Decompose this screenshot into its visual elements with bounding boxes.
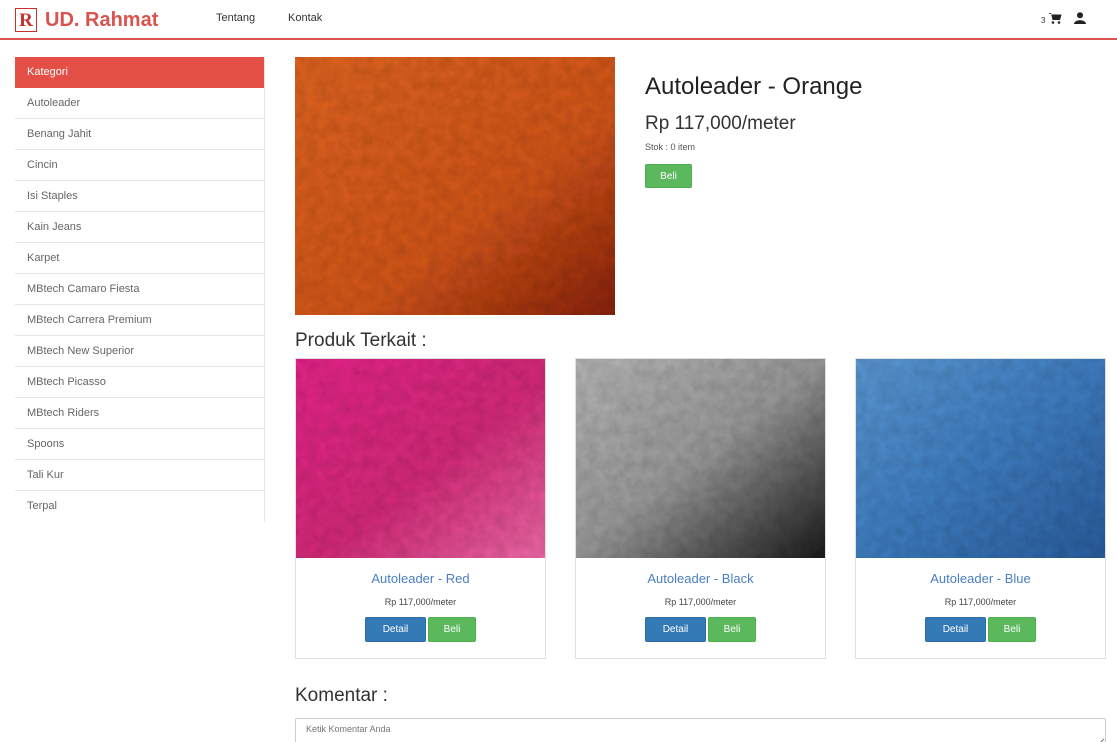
category-item-cincin[interactable]: Cincin: [15, 150, 264, 181]
product-title: Autoleader - Orange: [645, 73, 863, 100]
related-product-name[interactable]: Autoleader - Red: [296, 571, 545, 586]
product-stock: Stok : 0 item: [645, 142, 696, 152]
buy-button[interactable]: Beli: [645, 164, 692, 188]
category-item-spoons[interactable]: Spoons: [15, 429, 264, 460]
cart-count: 3: [1041, 15, 1046, 25]
category-item-mbtech-camaro-fiesta[interactable]: MBtech Camaro Fiesta: [15, 274, 264, 305]
product-price: Rp 117,000/meter: [645, 113, 796, 134]
category-item-terpal[interactable]: Terpal: [15, 491, 264, 522]
detail-button[interactable]: Detail: [645, 617, 706, 642]
product-image: [295, 57, 615, 315]
category-item-mbtech-carrera-premium[interactable]: MBtech Carrera Premium: [15, 305, 264, 336]
cart-icon: [1048, 11, 1062, 29]
category-item-benang-jahit[interactable]: Benang Jahit: [15, 119, 264, 150]
related-product-card: Autoleader - Blue Rp 117,000/meter Detai…: [855, 358, 1106, 659]
related-product-price: Rp 117,000/meter: [664, 597, 737, 607]
related-products-title: Produk Terkait :: [295, 330, 427, 351]
category-item-kain-jeans[interactable]: Kain Jeans: [15, 212, 264, 243]
category-sidebar: Kategori Autoleader Benang Jahit Cincin …: [15, 57, 265, 522]
buy-button[interactable]: Beli: [428, 617, 476, 642]
brand-logo-letter: R: [19, 9, 33, 31]
related-product-image[interactable]: [296, 359, 545, 558]
related-product-card: Autoleader - Black Rp 117,000/meter Deta…: [575, 358, 826, 659]
user-icon[interactable]: [1074, 11, 1086, 29]
comments-title: Komentar :: [295, 685, 388, 706]
detail-button[interactable]: Detail: [925, 617, 986, 642]
top-navbar: R UD. Rahmat Tentang Kontak 3: [0, 0, 1117, 40]
category-item-mbtech-picasso[interactable]: MBtech Picasso: [15, 367, 264, 398]
category-heading: Kategori: [15, 57, 264, 88]
cart-button[interactable]: 3: [1041, 11, 1062, 29]
category-item-isi-staples[interactable]: Isi Staples: [15, 181, 264, 212]
category-item-mbtech-new-superior[interactable]: MBtech New Superior: [15, 336, 264, 367]
brand-link[interactable]: R UD. Rahmat: [15, 6, 158, 34]
buy-button[interactable]: Beli: [988, 617, 1036, 642]
related-product-price: Rp 117,000/meter: [384, 597, 457, 607]
related-product-image[interactable]: [856, 359, 1105, 558]
nav-link-kontak[interactable]: Kontak: [288, 12, 322, 24]
related-product-price: Rp 117,000/meter: [944, 597, 1017, 607]
brand-name: UD. Rahmat: [45, 8, 159, 31]
category-item-mbtech-riders[interactable]: MBtech Riders: [15, 398, 264, 429]
related-product-name[interactable]: Autoleader - Blue: [856, 571, 1105, 586]
related-product-image[interactable]: [576, 359, 825, 558]
category-item-tali-kur[interactable]: Tali Kur: [15, 460, 264, 491]
related-product-card: Autoleader - Red Rp 117,000/meter Detail…: [295, 358, 546, 659]
related-product-name[interactable]: Autoleader - Black: [576, 571, 825, 586]
category-item-autoleader[interactable]: Autoleader: [15, 88, 264, 119]
nav-link-tentang[interactable]: Tentang: [216, 12, 255, 24]
detail-button[interactable]: Detail: [365, 617, 426, 642]
category-item-karpet[interactable]: Karpet: [15, 243, 264, 274]
brand-logo: R: [15, 8, 37, 32]
buy-button[interactable]: Beli: [708, 617, 756, 642]
comment-input[interactable]: [295, 718, 1106, 742]
